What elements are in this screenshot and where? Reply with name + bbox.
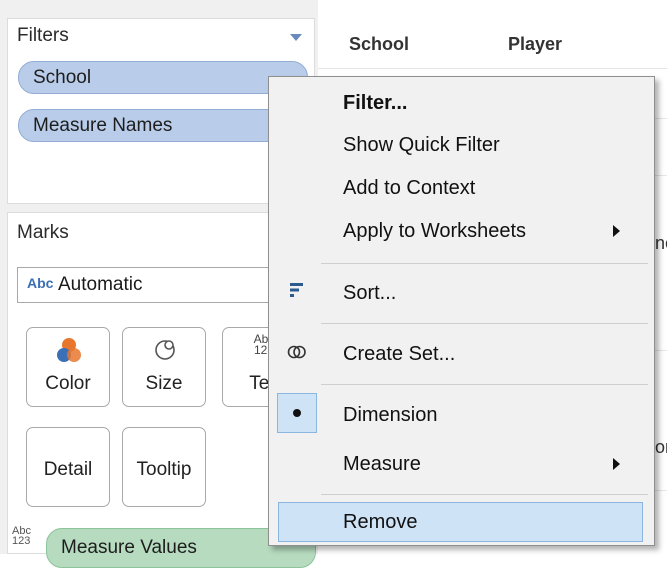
menu-item-create-set[interactable]: Create Set... [343,343,455,366]
menu-item-apply-to-worksheets[interactable]: Apply to Worksheets [343,220,526,243]
menu-item-filter[interactable]: Filter... [343,92,407,115]
color-button[interactable]: Color [26,327,110,407]
filter-pill-measure-names[interactable]: Measure Names [18,109,308,142]
submenu-arrow-icon [613,225,620,237]
cell-text-fragment: on [655,437,667,457]
mark-type-dropdown[interactable]: Abc Automatic [17,267,309,303]
size-icon [155,340,175,360]
menu-item-add-to-context[interactable]: Add to Context [343,177,475,200]
size-label: Size [145,373,183,394]
header-divider [318,68,667,69]
sort-icon [290,283,303,297]
menu-separator [321,263,648,264]
menu-item-show-quick-filter[interactable]: Show Quick Filter [343,134,500,157]
tooltip-label: Tooltip [136,459,192,480]
menu-item-measure[interactable]: Measure [343,453,421,476]
cell-text-fragment: ne [655,233,667,253]
create-set-icon [287,345,306,359]
filter-pill-school[interactable]: School [18,61,308,94]
menu-separator [321,494,648,495]
menu-item-sort[interactable]: Sort... [343,282,396,305]
menu-item-dimension[interactable]: Dimension [343,404,437,427]
dimension-check [277,393,317,433]
color-label: Color [45,373,91,394]
submenu-arrow-icon [613,458,620,470]
abc-badge-icon: Abc [27,275,54,291]
detail-label: Detail [43,459,93,480]
menu-separator [321,323,648,324]
filters-dropdown-icon[interactable] [290,34,302,41]
column-header-player[interactable]: Player [508,34,562,55]
filters-title: Filters [17,25,69,46]
menu-separator [321,384,648,385]
marks-title: Marks [17,222,69,243]
column-header-school[interactable]: School [349,34,409,55]
tooltip-button[interactable]: Tooltip [122,427,206,507]
mark-type-label: Automatic [58,274,143,295]
radio-dot-icon [293,409,301,417]
abc-123-icon: Abc 123 [12,525,31,547]
detail-button[interactable]: Detail [26,427,110,507]
size-button[interactable]: Size [122,327,206,407]
context-menu: Filter... Show Quick Filter Add to Conte… [268,76,655,546]
menu-item-remove[interactable]: Remove [278,502,643,542]
color-icon [57,338,81,362]
menu-item-remove-label: Remove [343,511,418,533]
